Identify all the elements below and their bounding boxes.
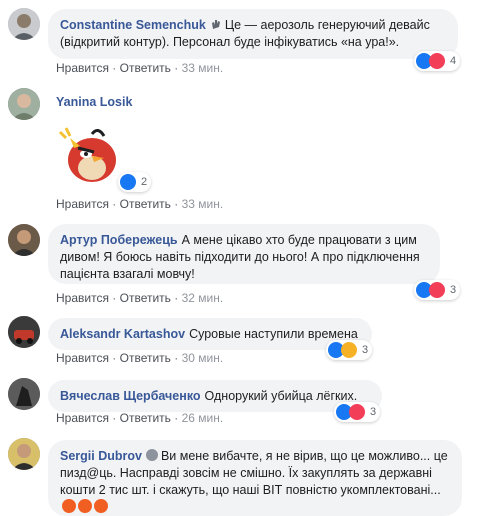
comment-bubble: Constantine Semenchuk Це — аерозоль генер… xyxy=(48,9,458,59)
separator: · xyxy=(112,291,117,305)
angry-emoji-icon xyxy=(78,499,92,513)
comment-actions: Нравится · Ответить · 26 мин. xyxy=(56,410,223,426)
comment-author[interactable]: Вячеслав Щербаченко xyxy=(60,389,201,403)
reaction-count: 3 xyxy=(450,284,457,296)
love-icon xyxy=(429,53,445,69)
reaction-count: 4 xyxy=(450,55,457,67)
separator: · xyxy=(174,291,179,305)
avatar[interactable] xyxy=(8,316,40,348)
separator: · xyxy=(112,61,117,75)
timestamp[interactable]: 26 мин. xyxy=(182,411,224,425)
like-icon xyxy=(120,174,136,190)
verified-badge-icon xyxy=(145,449,158,461)
angry-emoji-icon xyxy=(62,499,76,513)
reactions-summary[interactable]: 3 xyxy=(326,340,373,360)
reactions-summary[interactable]: 2 xyxy=(118,172,152,192)
comment-author[interactable]: Артур Побережець xyxy=(60,233,178,247)
comment-bubble: Aleksandr Kartashov Суровые наступили вре… xyxy=(48,318,372,350)
like-link[interactable]: Нравится xyxy=(56,351,109,365)
comment-text: Суровые наступили времена xyxy=(189,327,358,341)
separator: · xyxy=(112,197,117,211)
reaction-count: 3 xyxy=(362,344,369,356)
comment-actions: Нравится · Ответить · 33 мин. xyxy=(56,196,223,212)
avatar[interactable] xyxy=(8,8,40,40)
separator: · xyxy=(174,351,179,365)
comment-bubble: Артур Побережець А мене цікаво хто буде п… xyxy=(48,224,440,284)
separator: · xyxy=(174,197,179,211)
timestamp[interactable]: 33 мин. xyxy=(182,61,224,75)
reaction-count: 2 xyxy=(141,176,148,188)
reactions-summary[interactable]: 3 xyxy=(334,402,381,422)
comment-bubble: Sergii Dubrov Ви мене вибачте, я не вірив… xyxy=(48,440,462,516)
reply-link[interactable]: Ответить xyxy=(120,197,171,211)
love-icon xyxy=(349,404,365,420)
comment-actions: Нравится · Ответить · 32 мин. xyxy=(56,290,223,306)
reactions-summary[interactable]: 3 xyxy=(414,280,461,300)
avatar[interactable] xyxy=(8,88,40,120)
comment-author[interactable]: Aleksandr Kartashov xyxy=(60,327,185,341)
reactions-summary[interactable]: 4 xyxy=(414,51,461,71)
reply-link[interactable]: Ответить xyxy=(120,61,171,75)
reply-link[interactable]: Ответить xyxy=(120,351,171,365)
separator: · xyxy=(112,351,117,365)
avatar[interactable] xyxy=(8,438,40,470)
comment-author[interactable]: Sergii Dubrov xyxy=(60,449,142,463)
comment-text: Однорукий убийца лёгких. xyxy=(204,389,358,403)
timestamp[interactable]: 32 мин. xyxy=(182,291,224,305)
reply-link[interactable]: Ответить xyxy=(120,291,171,305)
angry-red-bird-sticker[interactable] xyxy=(52,124,124,184)
reaction-count: 3 xyxy=(370,406,377,418)
timestamp[interactable]: 33 мин. xyxy=(182,197,224,211)
avatar[interactable] xyxy=(8,224,40,256)
comment-actions: Нравится · Ответить · 30 мин. xyxy=(56,350,223,366)
hand-icon xyxy=(211,20,220,29)
separator: · xyxy=(174,411,179,425)
separator: · xyxy=(174,61,179,75)
comment-author[interactable]: Constantine Semenchuk xyxy=(60,18,206,32)
love-icon xyxy=(429,282,445,298)
separator: · xyxy=(112,411,117,425)
sad-icon xyxy=(341,342,357,358)
like-link[interactable]: Нравится xyxy=(56,61,109,75)
timestamp[interactable]: 30 мин. xyxy=(182,351,224,365)
avatar[interactable] xyxy=(8,378,40,410)
like-link[interactable]: Нравится xyxy=(56,411,109,425)
comment-actions: Нравится · Ответить · 33 мин. xyxy=(56,60,223,76)
comment-bubble: Вячеслав Щербаченко Однорукий убийца лёгк… xyxy=(48,380,382,412)
comment-author[interactable]: Yanina Losik xyxy=(56,95,132,109)
reply-link[interactable]: Ответить xyxy=(120,411,171,425)
like-link[interactable]: Нравится xyxy=(56,197,109,211)
like-link[interactable]: Нравится xyxy=(56,291,109,305)
angry-emoji-icon xyxy=(94,499,108,513)
